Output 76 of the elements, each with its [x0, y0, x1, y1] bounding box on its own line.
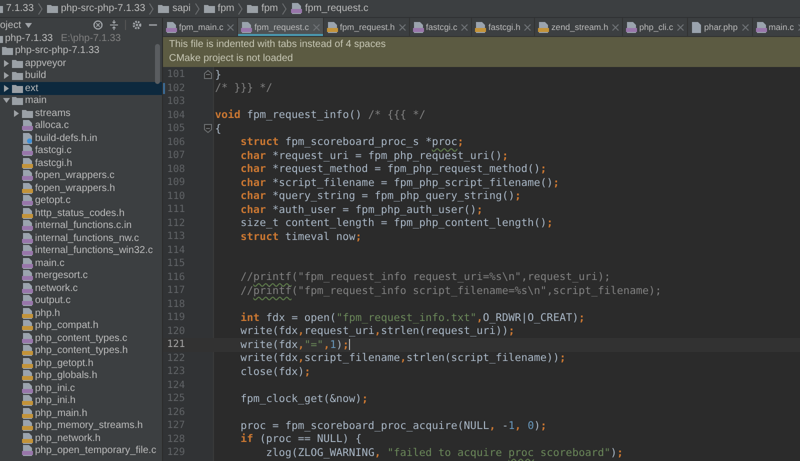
tree-item[interactable]: php.h: [0, 307, 162, 320]
code-line: char *request_uri = fpm_php_request_uri();: [240, 150, 508, 162]
code-line: size_t content_length = fpm_php_content_length();: [240, 217, 554, 230]
tree-item[interactable]: main.c: [0, 257, 162, 270]
breadcrumb-item[interactable]: php-src-php-7.1.33: [46, 3, 146, 14]
tree-item[interactable]: network.c: [0, 282, 162, 294]
editor-tab[interactable]: fpm_request.c: [238, 18, 324, 36]
code-line: if (proc == NULL) {: [240, 433, 362, 446]
breadcrumb-item[interactable]: sapi: [158, 3, 191, 14]
line-number: 121: [167, 339, 186, 350]
tree-item[interactable]: php_compat.h: [0, 320, 162, 332]
tree-item[interactable]: php_content_types.c: [0, 332, 162, 344]
code-line: char *request_method = fpm_php_request_method();: [240, 163, 547, 176]
code-line: char *script_filename = fpm_php_script_filename();: [240, 176, 560, 189]
tree-item[interactable]: php_network.h: [0, 432, 162, 444]
tree-item[interactable]: internal_functions_win32.c: [0, 244, 162, 257]
tree-item[interactable]: main: [0, 94, 162, 107]
notification-text: This file is indented with tabs instead of 4 spaces: [169, 38, 387, 52]
tree-item[interactable]: appveyor: [0, 57, 162, 70]
tree-item[interactable]: streams: [0, 107, 162, 120]
tree-item[interactable]: output.c: [0, 294, 162, 307]
code-line: zlog(ZLOG_WARNING, "failed to acquire proc scoreboard");: [265, 446, 624, 459]
code-line: write(fdx,request_uri,strlen(request_uri));: [240, 325, 515, 338]
editor-tab[interactable]: fpm_request.h: [324, 18, 410, 36]
code-line: int fdx = open("fpm_request_info.txt",O_RDWR|O_CREAT);: [240, 312, 585, 324]
code-line: fpm_clock_get(&now);: [240, 392, 368, 405]
breadcrumb-item[interactable]: 7.1.33: [0, 3, 34, 14]
tree-item[interactable]: build: [0, 70, 162, 82]
tree-item[interactable]: mergesort.c: [0, 270, 162, 282]
tree-item[interactable]: http_status_codes.h: [0, 207, 162, 220]
code-line: }: [215, 68, 222, 81]
code-line: void fpm_request_info() /* {{{ */: [215, 109, 426, 122]
notification-text: CMake project is not loaded: [169, 52, 294, 66]
code-line: close(fdx);: [240, 366, 311, 378]
project-path: E:\php-7.1.33: [60, 32, 121, 44]
editor-tab[interactable]: fastcgi.c: [410, 18, 472, 36]
editor-tab[interactable]: fastcgi.h: [472, 18, 536, 36]
tree-item[interactable]: php-7.1.33 E:\php-7.1.33: [0, 32, 162, 44]
tree-item[interactable]: internal_functions.c.in: [0, 220, 162, 232]
panel-title[interactable]: oject: [0, 20, 22, 30]
tree-item[interactable]: fastcgi.h: [0, 157, 162, 170]
code-line: {: [215, 122, 222, 135]
tree-item[interactable]: fopen_wrappers.c: [0, 170, 162, 182]
code-line: char *auth_user = fpm_php_auth_user();: [240, 204, 483, 216]
tree-item[interactable]: php-src-php-7.1.33: [0, 44, 162, 57]
editor-tab[interactable]: zend_stream.h: [535, 18, 624, 36]
tree-item[interactable]: php_ini.h: [0, 394, 162, 407]
code-line: proc = fpm_scoreboard_proc_acquire(NULL, -1, 0);: [240, 420, 547, 432]
code-line: write(fdx,"=",1);: [240, 338, 350, 351]
tree-item[interactable]: php_globals.h: [0, 370, 162, 382]
code-line: //printf("fpm_request_info script_filename=%s\n",script_filename);: [240, 284, 662, 297]
breadcrumb-item[interactable]: fpm: [247, 3, 278, 14]
tree-item[interactable]: fopen_wrappers.h: [0, 182, 162, 194]
tree-item[interactable]: php_getopt.h: [0, 357, 162, 370]
breadcrumb-item[interactable]: fpm: [204, 3, 234, 14]
tree-item[interactable]: php_ini.c: [0, 382, 162, 394]
tree-item[interactable]: ext: [0, 82, 162, 94]
breadcrumb-item[interactable]: fpm_request.c: [291, 3, 368, 14]
editor-tab[interactable]: phar.php: [688, 18, 753, 36]
editor-tab[interactable]: php_cli.c: [623, 18, 688, 36]
code-line: struct fpm_scoreboard_proc_s *proc;: [240, 136, 464, 148]
tree-item[interactable]: php_content_types.h: [0, 344, 162, 357]
editor-tab[interactable]: main.c: [752, 18, 800, 36]
tree-item[interactable]: build-defs.h.in: [0, 132, 162, 144]
code-line: //printf("fpm_request_info request_uri=%s\n",request_uri);: [240, 271, 610, 284]
tree-item[interactable]: internal_functions_nw.c: [0, 232, 162, 244]
code-line: struct timeval now;: [240, 230, 362, 243]
tree-item[interactable]: php_main.h: [0, 407, 162, 420]
tree-item[interactable]: php_memory_streams.h: [0, 420, 162, 432]
tree-item[interactable]: php_open_temporary_file.c: [0, 444, 162, 457]
tree-item[interactable]: fastcgi.c: [0, 144, 162, 157]
code-line: write(fdx,script_filename,strlen(script_filename));: [240, 352, 566, 364]
code-line: char *query_string = fpm_php_query_string();: [240, 190, 522, 202]
code-line: /* }}} */: [215, 82, 272, 94]
tree-item[interactable]: getopt.c: [0, 194, 162, 207]
tree-item[interactable]: alloca.c: [0, 120, 162, 132]
